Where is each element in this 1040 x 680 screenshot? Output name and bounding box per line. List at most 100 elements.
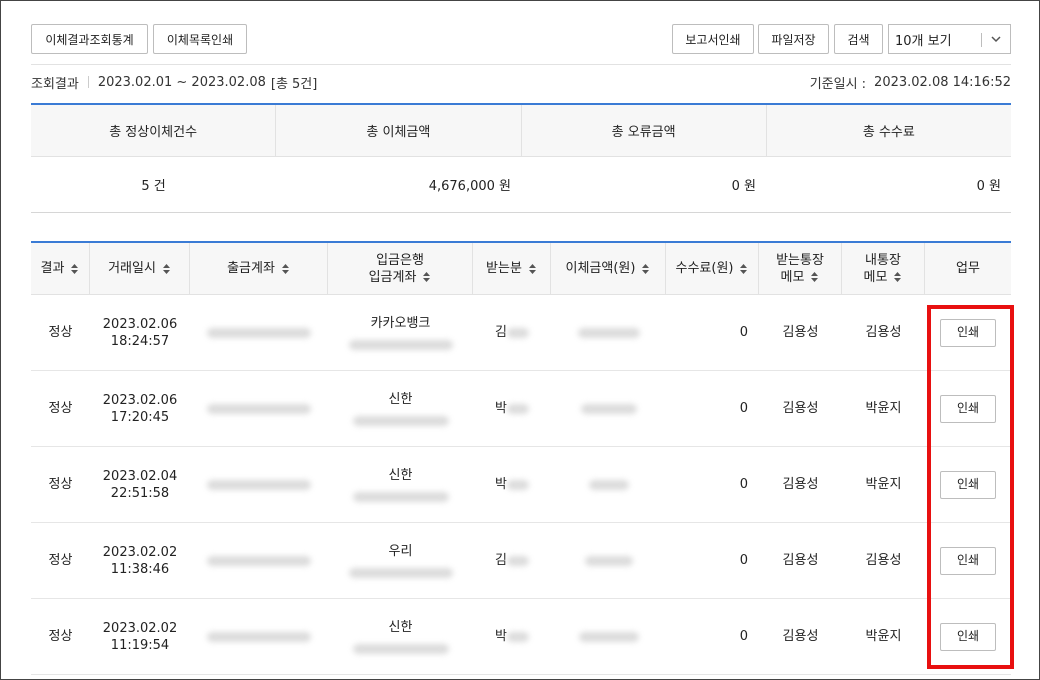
- cell-fee: 0: [739, 401, 748, 416]
- cell-time: 22:51:58: [110, 485, 170, 501]
- view-count-select[interactable]: 10개 보기: [888, 24, 1011, 54]
- summary-count: 5 건: [141, 179, 166, 194]
- cell-fee: 0: [739, 477, 748, 492]
- th-recv-memo-label2: 메모: [780, 269, 805, 285]
- th-datetime[interactable]: 거래일시: [90, 243, 190, 294]
- report-print-button[interactable]: 보고서인쇄: [672, 24, 754, 54]
- cell-recv-memo: 김용성: [782, 477, 819, 492]
- sort-icon[interactable]: [281, 263, 290, 275]
- cell-date: 2023.02.02: [102, 620, 178, 636]
- cell-bank: 카카오뱅크: [328, 295, 473, 370]
- sort-icon[interactable]: [739, 263, 748, 275]
- cell-recipient: 박: [473, 599, 551, 674]
- datetime-stack: 2023.02.04 22:51:58: [103, 468, 177, 502]
- th-recipient[interactable]: 받는분: [473, 243, 551, 294]
- cell-bank-name: 우리: [388, 544, 413, 559]
- cell-amount: [551, 295, 666, 370]
- summary-header: 총 정상이체건수 총 이체금액 총 오류금액 총 수수료: [31, 105, 1011, 157]
- cell-time: 17:20:45: [110, 409, 170, 425]
- redacted-name: [506, 327, 529, 338]
- cell-recipient: 김: [473, 523, 551, 598]
- cell-recv-memo: 김용성: [782, 325, 819, 340]
- cell-time: 11:38:46: [110, 561, 170, 577]
- redacted-name: [506, 631, 529, 642]
- table-row: 정상 2023.02.06 17:20:45 신한 박 0 김용성 박윤지 인쇄: [31, 371, 1011, 447]
- sort-icon[interactable]: [528, 263, 537, 275]
- cell-recipient-name: 김: [495, 553, 507, 568]
- redacted-name: [506, 479, 529, 490]
- sort-icon[interactable]: [893, 271, 902, 283]
- redacted-account: [207, 479, 311, 490]
- cell-from-account: [190, 371, 328, 446]
- th-recv-memo[interactable]: 받는통장 메모: [759, 243, 842, 294]
- th-result[interactable]: 결과: [31, 243, 90, 294]
- cell-result: 정상: [48, 325, 73, 340]
- cell-datetime: 2023.02.04 22:51:58: [90, 447, 190, 522]
- redacted-account: [207, 631, 311, 642]
- bank-stack: 신한: [352, 619, 449, 654]
- transfer-stats-button[interactable]: 이체결과조회통계: [31, 24, 148, 54]
- table-row: 정상 2023.02.02 11:19:54 신한 박 0 김용성 박윤지 인쇄: [31, 599, 1011, 675]
- cell-recipient-name: 김: [495, 325, 507, 340]
- view-count-value: 10개 보기: [895, 33, 952, 49]
- th-amount[interactable]: 이체금액(원): [551, 243, 666, 294]
- table-header: 결과 거래일시 출금계좌 입금은행 입금계좌 받는분 이체금액(원) 수수료(원…: [31, 243, 1011, 295]
- redacted-name: [506, 403, 529, 414]
- summary-header-error: 총 오류금액: [522, 105, 767, 156]
- th-from-account[interactable]: 출금계좌: [190, 243, 328, 294]
- sort-icon[interactable]: [70, 263, 79, 275]
- th-fee[interactable]: 수수료(원): [666, 243, 759, 294]
- redacted-account: [352, 416, 449, 426]
- th-my-memo-wrap: 메모: [864, 269, 903, 286]
- cell-result: 정상: [48, 629, 73, 644]
- th-my-memo[interactable]: 내통장 메모: [842, 243, 925, 294]
- th-recv-memo-stack: 받는통장 메모: [776, 252, 824, 286]
- list-print-button[interactable]: 이체목록인쇄: [153, 24, 247, 54]
- cell-amount: [551, 371, 666, 446]
- redacted-amount: [580, 403, 637, 414]
- th-fee-label: 수수료(원): [675, 261, 734, 276]
- query-period: 2023.02.01 ~ 2023.02.08: [97, 74, 266, 90]
- cell-result: 정상: [48, 553, 73, 568]
- search-button[interactable]: 검색: [834, 24, 883, 54]
- th-my-memo-label1: 내통장: [865, 252, 901, 268]
- th-bank[interactable]: 입금은행 입금계좌: [328, 243, 473, 294]
- summary-header-count: 총 정상이체건수: [31, 105, 277, 156]
- cell-bank: 신한: [328, 599, 473, 674]
- sort-icon[interactable]: [422, 271, 431, 283]
- datetime-stack: 2023.02.06 18:24:57: [103, 316, 177, 350]
- th-recipient-label: 받는분: [486, 261, 522, 276]
- chevron-down-icon[interactable]: [990, 33, 1002, 45]
- file-save-button[interactable]: 파일저장: [758, 24, 829, 54]
- sort-icon[interactable]: [810, 271, 819, 283]
- cell-date: 2023.02.06: [102, 392, 178, 408]
- bank-stack: 우리: [348, 543, 453, 578]
- cell-my-memo: 박윤지: [865, 477, 902, 492]
- cell-recipient-name: 박: [495, 477, 507, 492]
- summary-error: 0 원: [731, 179, 756, 194]
- summary-table: 총 정상이체건수 총 이체금액 총 오류금액 총 수수료 5 건 4,676,0…: [31, 103, 1011, 213]
- bank-stack: 카카오뱅크: [348, 315, 453, 350]
- query-result-info: 조회결과 2023.02.01 ~ 2023.02.08 [총 5건]: [31, 72, 317, 92]
- cell-date: 2023.02.02: [102, 544, 178, 560]
- redacted-amount: [588, 479, 629, 490]
- cell-recipient: 박: [473, 447, 551, 522]
- cell-from-account: [190, 295, 328, 370]
- cell-my-memo: 박윤지: [865, 629, 902, 644]
- cell-datetime: 2023.02.02 11:38:46: [90, 523, 190, 598]
- th-my-memo-label2: 메모: [863, 269, 888, 285]
- cell-recv-memo: 김용성: [782, 629, 819, 644]
- cell-amount: [551, 523, 666, 598]
- cell-bank: 우리: [328, 523, 473, 598]
- cell-my-memo: 김용성: [865, 325, 902, 340]
- sort-icon[interactable]: [162, 263, 171, 275]
- cell-recipient: 김: [473, 295, 551, 370]
- th-datetime-label: 거래일시: [108, 261, 156, 276]
- table-row: 정상 2023.02.06 18:24:57 카카오뱅크 김 0 김용성 김용성 …: [31, 295, 1011, 371]
- cell-date: 2023.02.04: [102, 468, 178, 484]
- cell-recipient-name: 박: [495, 629, 507, 644]
- cell-bank-name: 신한: [388, 392, 413, 407]
- summary-header-amount: 총 이체금액: [276, 105, 522, 156]
- info-divider: [87, 76, 89, 88]
- sort-icon[interactable]: [641, 263, 650, 275]
